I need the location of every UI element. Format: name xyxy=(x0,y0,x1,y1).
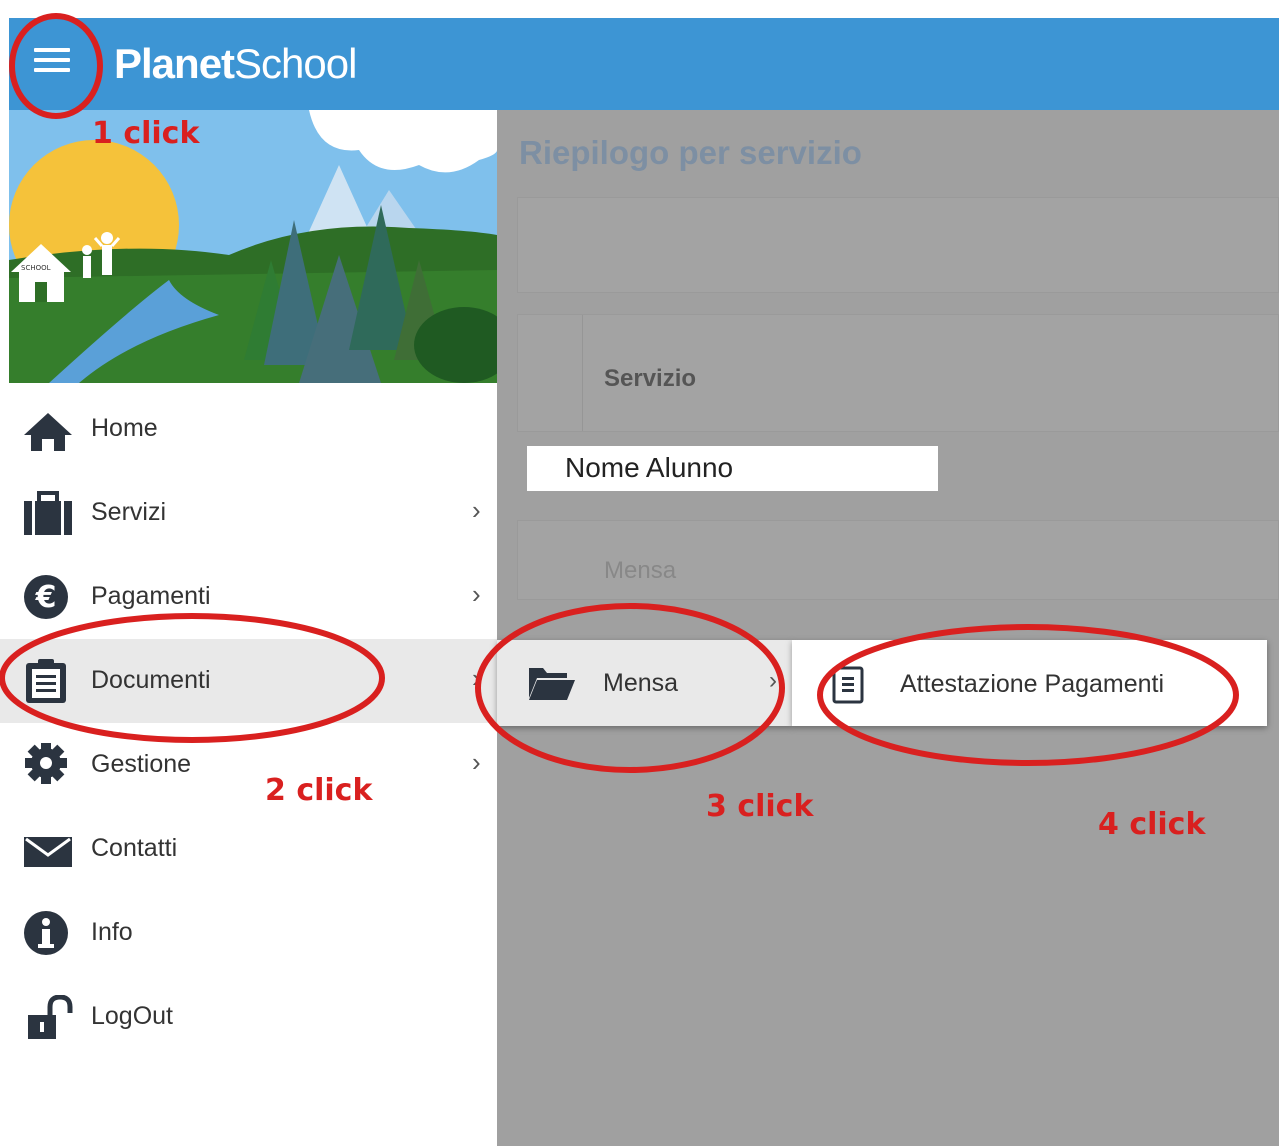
column-header-servizio: Servizio xyxy=(604,365,697,392)
envelope-icon xyxy=(24,837,72,867)
sidebar-item-documenti[interactable]: Documenti › xyxy=(0,639,497,723)
submenu-item-label: Mensa xyxy=(603,669,679,697)
sidebar-menu: Home Servizi › € Pagamenti › Documenti ›… xyxy=(0,387,497,1059)
home-icon xyxy=(24,413,72,451)
column-divider xyxy=(582,315,583,431)
brand-logo: PlanetSchool xyxy=(114,40,357,88)
sidebar-item-label: LogOut xyxy=(91,1002,174,1030)
sidebar-item-logout[interactable]: LogOut xyxy=(0,975,497,1059)
sidebar-item-servizi[interactable]: Servizi › xyxy=(0,471,497,555)
info-icon xyxy=(24,911,68,955)
hamburger-menu-icon[interactable] xyxy=(34,48,70,78)
chevron-right-icon: › xyxy=(472,579,481,609)
submenu-item-attestazione-pagamenti[interactable]: Attestazione Pagamenti xyxy=(792,640,1267,726)
filter-card xyxy=(517,197,1279,293)
student-name: Nome Alunno xyxy=(565,452,734,483)
sidebar-item-label: Home xyxy=(91,414,158,442)
sidebar-item-label: Gestione xyxy=(91,750,192,778)
chevron-right-icon: › xyxy=(472,495,481,525)
sidebar-item-label: Info xyxy=(91,918,133,946)
annotation-step-3: 3 click xyxy=(706,789,814,824)
main-content: Riepilogo per servizio Servizio Nome Alu… xyxy=(497,110,1279,1146)
sidebar-item-pagamenti[interactable]: € Pagamenti › xyxy=(0,555,497,639)
sidebar-banner-image: SCHOOL xyxy=(9,110,497,383)
sidebar-item-contatti[interactable]: Contatti xyxy=(0,807,497,891)
sidebar-item-gestione[interactable]: Gestione › xyxy=(0,723,497,807)
chevron-right-icon: › xyxy=(472,747,481,777)
chevron-right-icon: › xyxy=(472,663,481,693)
unlock-icon xyxy=(28,995,73,1039)
chevron-right-icon: › xyxy=(769,667,777,694)
document-icon xyxy=(832,666,864,704)
table-row: Mensa xyxy=(517,520,1279,600)
folder-open-icon xyxy=(529,668,575,700)
row-service-name: Mensa xyxy=(604,557,677,584)
app-header: PlanetSchool xyxy=(9,18,1279,110)
annotation-step-1: 1 click xyxy=(92,116,200,151)
briefcase-icon xyxy=(24,491,72,535)
sidebar-item-label: Contatti xyxy=(91,834,178,862)
clipboard-icon xyxy=(26,659,66,703)
banner-school-sign: SCHOOL xyxy=(21,264,51,272)
sidebar: SCHOOL Home Servizi › € Pagamenti › Docu… xyxy=(0,110,497,1146)
student-name-box: Nome Alunno xyxy=(527,446,938,491)
gear-icon xyxy=(25,743,67,784)
table-header-card: Servizio xyxy=(517,314,1279,432)
submenu-item-label: Attestazione Pagamenti xyxy=(900,670,1165,698)
brand-name-bold: Planet xyxy=(114,40,235,87)
svg-text:€: € xyxy=(35,580,57,615)
annotation-step-4: 4 click xyxy=(1098,807,1206,842)
submenu-item-mensa[interactable]: Mensa › xyxy=(497,640,792,726)
sidebar-item-label: Documenti xyxy=(91,666,211,694)
sidebar-item-info[interactable]: Info xyxy=(0,891,497,975)
brand-name-light: School xyxy=(234,40,357,87)
annotation-step-2: 2 click xyxy=(265,773,373,808)
sidebar-item-label: Servizi xyxy=(91,498,167,526)
sidebar-item-label: Pagamenti xyxy=(91,582,211,610)
page-title: Riepilogo per servizio xyxy=(519,134,862,171)
sidebar-item-home[interactable]: Home xyxy=(0,387,497,471)
euro-icon: € xyxy=(24,575,68,619)
